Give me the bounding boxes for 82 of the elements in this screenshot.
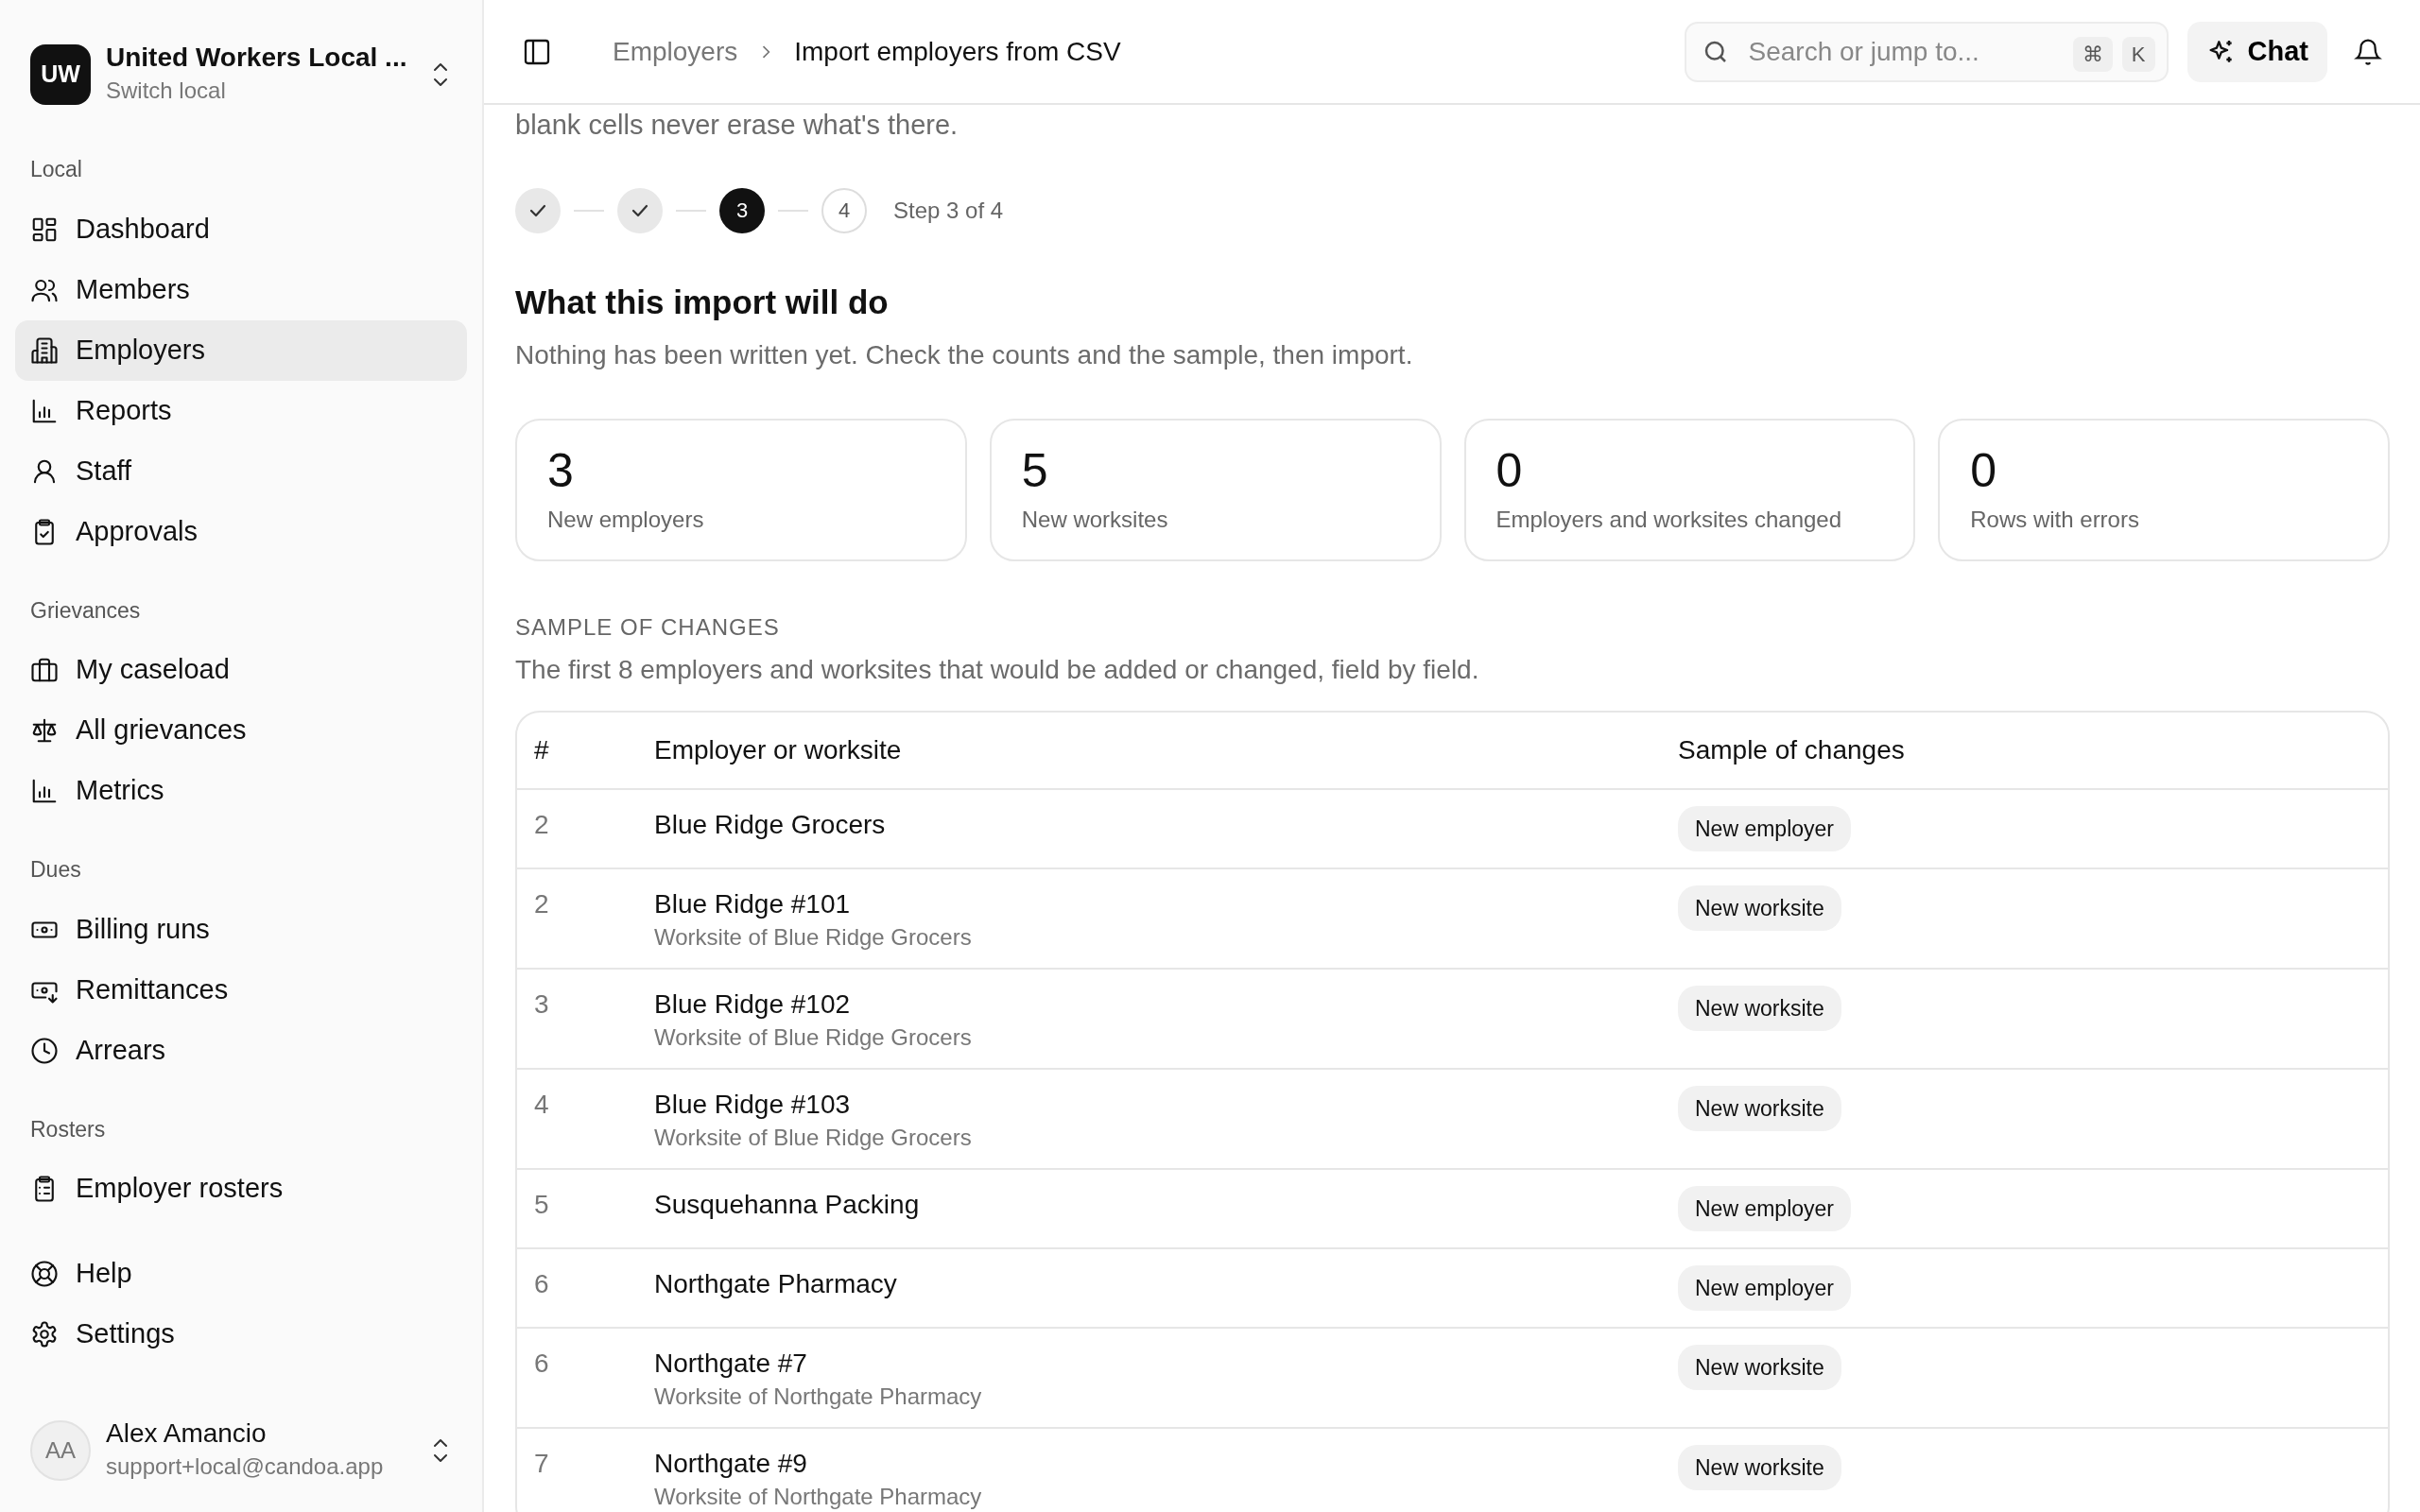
employer-name: Northgate #9: [654, 1447, 808, 1480]
intro-text: blank cells never erase what's there.: [515, 109, 959, 142]
employer-name: Blue Ridge #103: [654, 1088, 852, 1121]
section-label: Grievances: [29, 596, 142, 625]
nav-item[interactable]: Metrics: [15, 761, 467, 821]
org-avatar: UW: [30, 44, 91, 105]
change-tag: New worksite: [1678, 1444, 1841, 1490]
nav-item[interactable]: Members: [15, 259, 467, 320]
column-header: #: [534, 733, 550, 766]
employer-name: Susquehanna Packing: [654, 1188, 921, 1221]
user-email: support+local@candoa.app: [106, 1452, 384, 1481]
section-label: Rosters: [29, 1115, 107, 1143]
stat-label: New worksites: [1021, 505, 1169, 534]
section-title: What this import will do: [515, 282, 890, 322]
nav-item[interactable]: All grievances: [15, 700, 467, 761]
change-tag: New worksite: [1678, 885, 1841, 931]
table-cell-text: 5: [534, 1188, 550, 1221]
switch-local-link[interactable]: Switch local: [106, 73, 407, 108]
step-indicator: 4: [821, 187, 867, 233]
table-cell-text: 6: [534, 1347, 550, 1380]
table-cell-text: 3: [534, 988, 550, 1021]
section-description: The first 8 employers and worksites that would be added or changed, field by field.: [515, 653, 1480, 686]
stat-value: 5: [1021, 444, 1049, 497]
table-cell-text: 7: [534, 1447, 550, 1480]
nav-item[interactable]: Staff: [15, 440, 467, 502]
nav-item[interactable]: Employer rosters: [15, 1159, 467, 1219]
org-name: United Workers Local ...: [106, 42, 407, 74]
stat-label: Rows with errors: [1970, 505, 2140, 534]
worksite-parent: Worksite of Northgate Pharmacy: [654, 1382, 983, 1411]
employer-name: Blue Ridge Grocers: [654, 808, 887, 841]
settings-icon: [30, 1320, 59, 1349]
nav-item[interactable]: My caseload: [15, 640, 467, 700]
building-icon: [30, 335, 59, 365]
table-cell-text: 2: [534, 887, 550, 920]
change-tag: New employer: [1678, 805, 1851, 851]
worksite-parent: Worksite of Northgate Pharmacy: [654, 1482, 983, 1511]
table-cell-text: 4: [534, 1088, 550, 1121]
worksite-parent: Worksite of Blue Ridge Grocers: [654, 1123, 973, 1152]
chat-button[interactable]: Chat: [2187, 21, 2327, 82]
stat-value: 0: [1495, 444, 1524, 497]
section-heading: SAMPLE OF CHANGES: [515, 612, 781, 642]
nav-item[interactable]: Employers: [15, 319, 467, 381]
change-tag: New worksite: [1678, 1344, 1841, 1390]
nav-item[interactable]: Remittances: [15, 959, 467, 1021]
lifebuoy-icon: [30, 1260, 59, 1288]
nav-item[interactable]: Billing runs: [15, 899, 467, 960]
nav-item[interactable]: Reports: [15, 380, 467, 441]
stat-label: New employers: [547, 505, 705, 534]
step-indicator: 3: [719, 187, 765, 233]
briefcase-icon: [30, 656, 59, 684]
change-tag: New worksite: [1678, 1085, 1841, 1131]
breadcrumb-link[interactable]: Employers: [613, 31, 738, 72]
table-cell-text: 2: [534, 808, 550, 841]
worksite-parent: Worksite of Blue Ridge Grocers: [654, 1022, 973, 1052]
user-avatar: AA: [30, 1420, 91, 1482]
worksite-parent: Worksite of Blue Ridge Grocers: [654, 922, 973, 952]
nav-item[interactable]: Dashboard: [15, 198, 467, 260]
section-description: Nothing has been written yet. Check the counts and the sample, then import.: [515, 338, 1414, 371]
step-caption: Step 3 of 4: [893, 196, 1004, 225]
change-tag: New employer: [1678, 1185, 1851, 1231]
nav-item[interactable]: Help: [15, 1244, 467, 1304]
nav-item[interactable]: Approvals: [15, 501, 467, 562]
bar-chart-icon: [30, 777, 59, 805]
section-label: Local: [29, 156, 83, 183]
clock-icon: [30, 1036, 59, 1065]
employer-name: Northgate Pharmacy: [654, 1267, 898, 1300]
stat-label: Employers and worksites changed: [1495, 505, 1843, 534]
column-header: Employer or worksite: [654, 733, 903, 766]
table-cell-text: 6: [534, 1267, 550, 1300]
employer-name: Northgate #7: [654, 1347, 808, 1380]
change-tag: New worksite: [1678, 985, 1841, 1031]
nav-item[interactable]: Settings: [15, 1304, 467, 1365]
stat-value: 3: [547, 444, 575, 497]
employer-name: Blue Ridge #102: [654, 988, 852, 1021]
nav-item[interactable]: Arrears: [15, 1020, 467, 1081]
change-tag: New employer: [1678, 1264, 1851, 1311]
stat-value: 0: [1970, 444, 1998, 497]
user-name: Alex Amancio: [106, 1418, 268, 1450]
section-label: Dues: [29, 856, 82, 884]
column-header: Sample of changes: [1678, 733, 1906, 766]
scale-icon: [30, 716, 59, 745]
employer-name: Blue Ridge #101: [654, 887, 852, 920]
